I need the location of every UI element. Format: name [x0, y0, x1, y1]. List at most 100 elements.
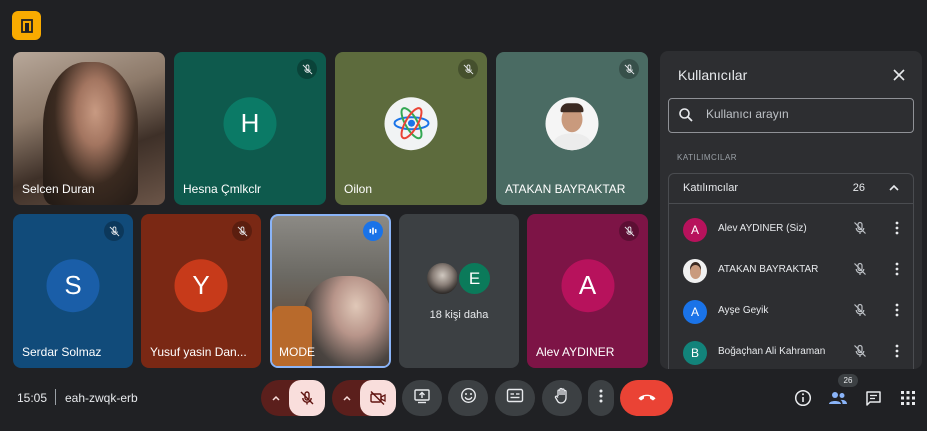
search-icon: [678, 107, 694, 128]
people-icon[interactable]: [827, 387, 849, 409]
tile-name: MODE: [279, 345, 315, 359]
captions-button[interactable]: [495, 380, 535, 416]
tile-name: Selcen Duran: [22, 182, 95, 196]
avatar: A: [683, 300, 707, 324]
meeting-code: eah-zwqk-erb: [65, 391, 138, 405]
avatar-photo: [545, 96, 599, 150]
mic-off-icon: [458, 59, 478, 79]
people-count-badge: 26: [838, 374, 858, 387]
avatar: A: [683, 218, 707, 242]
close-icon[interactable]: [888, 64, 910, 86]
tile-name: Hesna Çmlkclr: [183, 182, 262, 196]
avatar-initial: S: [64, 270, 82, 301]
participant-name: Alev AYDINER (Siz): [718, 223, 807, 234]
mic-off-icon: [104, 221, 124, 241]
end-call-button[interactable]: [620, 380, 673, 416]
avatar: Y: [174, 259, 228, 313]
avatar-initial: B: [690, 346, 699, 360]
mic-off-icon: [853, 344, 867, 363]
chevron-up-icon[interactable]: [267, 389, 285, 407]
avatar: H: [223, 96, 277, 150]
reactions-button[interactable]: [448, 380, 488, 416]
avatar-initial: H: [240, 107, 260, 138]
avatar-photo: [425, 261, 460, 296]
more-participants-tile[interactable]: E 18 kişi daha: [399, 214, 519, 368]
hand-icon: [554, 387, 570, 410]
participant-name: Ayşe Geyik: [718, 305, 769, 316]
clock: 15:05: [17, 391, 48, 405]
more-icon: [599, 389, 603, 408]
apps-icon[interactable]: [897, 387, 919, 409]
door-icon[interactable]: [12, 11, 41, 40]
mic-off-icon: [619, 59, 639, 79]
chat-icon[interactable]: [862, 387, 884, 409]
avatar: E: [457, 261, 492, 296]
participant-tile[interactable]: ATAKAN BAYRAKTAR: [496, 52, 648, 205]
info-icon[interactable]: [792, 387, 814, 409]
participants-group: Katılımcılar 26 A Alev AYDINER (Siz) ATA…: [668, 173, 914, 369]
mic-off-icon: [232, 221, 252, 241]
group-header[interactable]: Katılımcılar 26: [669, 174, 913, 204]
participant-tile[interactable]: S Serdar Solmaz: [13, 214, 133, 368]
avatar: B: [683, 341, 707, 365]
participant-name: ATAKAN BAYRAKTAR: [718, 264, 819, 275]
participant-row[interactable]: B Boğaçhan Ali Kahraman: [669, 332, 913, 369]
camera-control: [332, 380, 396, 416]
mic-off-icon: [619, 221, 639, 241]
participant-tile[interactable]: Oilon: [335, 52, 487, 205]
more-count-label: 18 kişi daha: [429, 309, 489, 321]
avatar-photo: [683, 259, 707, 283]
participant-tile[interactable]: H Hesna Çmlkclr: [174, 52, 326, 205]
avatar-initial: A: [690, 305, 699, 319]
participant-row[interactable]: A Ayşe Geyik: [669, 291, 913, 332]
video-feed: [302, 276, 389, 366]
tile-name: ATAKAN BAYRAKTAR: [505, 182, 626, 196]
tile-name: Serdar Solmaz: [22, 345, 102, 359]
mic-control: [261, 380, 325, 416]
more-vert-icon[interactable]: [895, 262, 899, 281]
avatar: S: [46, 259, 100, 313]
chevron-up-icon[interactable]: [887, 181, 901, 200]
people-panel: Kullanıcılar KATILIMCILAR Katılımcılar 2…: [660, 51, 922, 369]
divider: [55, 389, 56, 405]
group-count: 26: [852, 182, 865, 194]
raise-hand-button[interactable]: [542, 380, 582, 416]
participant-tile[interactable]: A Alev AYDINER: [527, 214, 648, 368]
section-label: KATILIMCILAR: [677, 153, 738, 162]
avatar-initial: A: [578, 270, 597, 301]
tile-name: Alev AYDINER: [536, 345, 615, 359]
group-title: Katılımcılar: [683, 182, 739, 194]
atom-logo-icon: [384, 96, 438, 150]
avatar-initial: E: [468, 268, 481, 288]
speaking-icon: [363, 221, 383, 241]
search-input[interactable]: [706, 107, 906, 121]
cam-off-icon[interactable]: [360, 380, 396, 416]
captions-icon: [506, 388, 524, 408]
participant-row[interactable]: A Alev AYDINER (Siz): [669, 209, 913, 250]
emoji-icon: [460, 387, 477, 409]
tile-name: Oilon: [344, 182, 373, 196]
tile-name: Yusuf yasin Dan...: [150, 345, 247, 359]
participant-tile[interactable]: Y Yusuf yasin Dan...: [141, 214, 261, 368]
participant-row[interactable]: ATAKAN BAYRAKTAR: [669, 250, 913, 291]
participant-tile[interactable]: MODE: [270, 214, 391, 368]
more-vert-icon[interactable]: [895, 344, 899, 363]
present-screen-button[interactable]: [402, 380, 442, 416]
present-icon: [413, 388, 431, 409]
panel-title: Kullanıcılar: [678, 67, 748, 83]
more-vert-icon[interactable]: [895, 221, 899, 240]
chevron-up-icon[interactable]: [338, 389, 356, 407]
mic-off-icon: [853, 303, 867, 322]
participant-tile[interactable]: Selcen Duran: [13, 52, 165, 205]
avatar-initial: A: [690, 223, 699, 237]
mic-off-icon: [853, 221, 867, 240]
search-box[interactable]: [668, 98, 914, 133]
avatar: A: [561, 259, 614, 313]
mic-off-icon: [853, 262, 867, 281]
avatar-initial: Y: [192, 270, 210, 301]
mic-off-icon: [297, 59, 317, 79]
mic-off-icon[interactable]: [289, 380, 325, 416]
more-vert-icon[interactable]: [895, 303, 899, 322]
more-options-button[interactable]: [588, 380, 614, 416]
end-call-icon: [637, 389, 657, 407]
